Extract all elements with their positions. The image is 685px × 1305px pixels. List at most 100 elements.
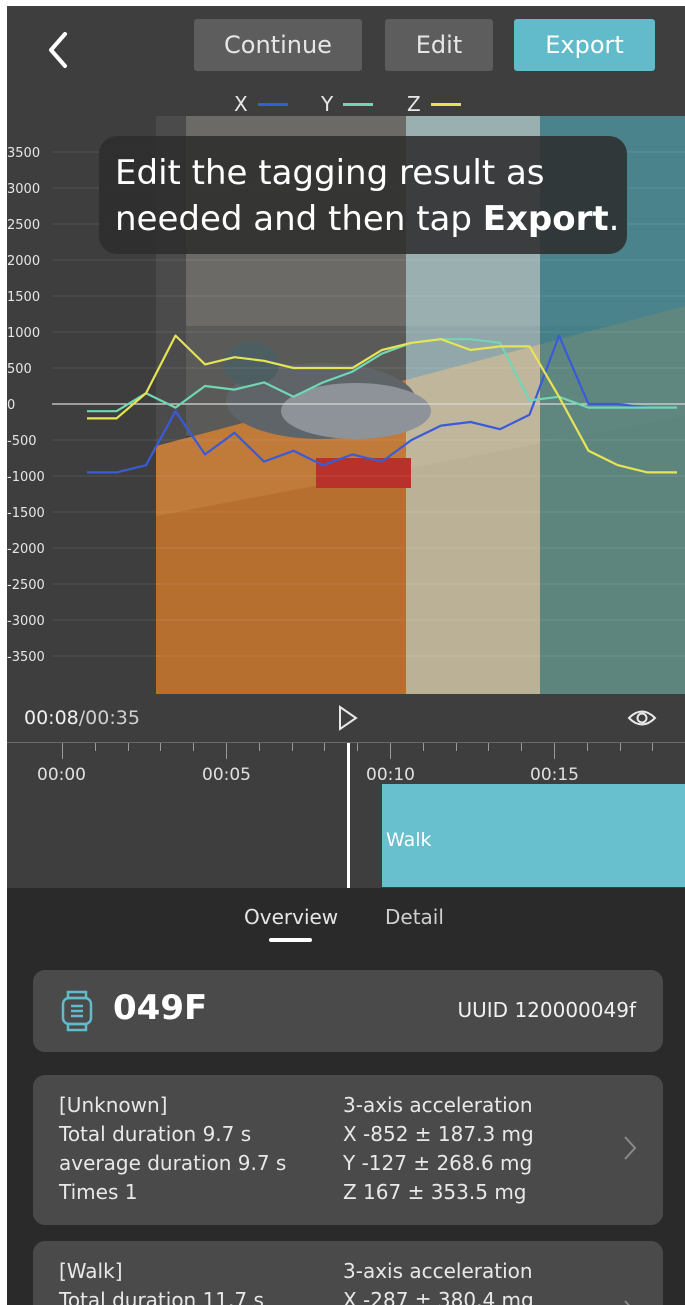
stat-total-duration: Total duration 11.7 s	[59, 1288, 264, 1305]
legend-z-swatch	[430, 102, 461, 106]
timeline-tick	[619, 743, 621, 751]
stat-accel-y: Y -127 ± 268.6 mg	[343, 1151, 533, 1175]
y-tick-label: -2500	[7, 578, 45, 593]
total-time: /00:35	[78, 707, 140, 729]
stat-left-column: [Unknown] Total duration 9.7 s average d…	[59, 1091, 286, 1207]
uuid-value: 120000049f	[514, 998, 636, 1022]
playback-time: 00:08/00:35	[24, 707, 140, 729]
device-name: 049F	[113, 988, 208, 1028]
instruction-tooltip: Edit the tagging result as needed and th…	[99, 136, 627, 254]
eye-icon	[627, 710, 657, 726]
current-time: 00:08	[24, 707, 79, 729]
walk-segment-label: Walk	[386, 829, 432, 851]
tooltip-period: .	[608, 199, 620, 239]
y-tick-label: 3000	[7, 182, 40, 197]
timeline-label-10: 00:10	[366, 765, 415, 785]
export-button[interactable]: Export	[514, 19, 655, 71]
tab-detail[interactable]: Detail	[385, 905, 444, 929]
timeline-tick	[160, 743, 162, 751]
legend-x-label: X	[234, 92, 248, 116]
stat-accel-x: X -852 ± 187.3 mg	[343, 1122, 534, 1146]
uuid-label: UUID	[457, 998, 509, 1022]
tooltip-bold-text: Export	[482, 199, 609, 239]
stat-title: [Unknown]	[59, 1093, 168, 1117]
y-tick-label: 1500	[7, 290, 40, 305]
active-tab-indicator	[269, 938, 312, 942]
device-uuid: UUID 120000049f	[458, 998, 637, 1022]
y-tick-label: -3000	[7, 614, 45, 629]
timeline-label-0: 00:00	[37, 765, 86, 785]
legend-y-swatch	[343, 102, 374, 106]
timeline-tick	[586, 743, 588, 751]
chevron-right-icon	[623, 1299, 637, 1305]
stat-accel-title: 3-axis acceleration	[343, 1259, 533, 1283]
timeline-label-15: 00:15	[530, 765, 579, 785]
continue-button[interactable]: Continue	[194, 19, 362, 71]
timeline[interactable]: 00:00 00:05 00:10 00:15 Walk	[7, 742, 685, 889]
sensor-chart-area: 3500 3000 2500 2000 1500 1000 500 0 -500 -1000 -15…	[7, 116, 685, 696]
legend-z: Z	[407, 92, 461, 116]
timeline-tick	[521, 743, 523, 751]
stat-card-walk[interactable]: [Walk] Total duration 11.7 s 3-axis acce…	[33, 1241, 663, 1305]
legend-z-label: Z	[407, 92, 421, 116]
player-controls: 00:08/00:35	[7, 698, 685, 742]
chevron-right-icon	[623, 1135, 637, 1165]
y-tick-label: 3500	[7, 146, 40, 161]
legend-x: X	[234, 92, 288, 116]
device-icon-wrap	[59, 990, 95, 1036]
stat-total-duration: Total duration 9.7 s	[59, 1122, 252, 1146]
chart-legend: X Y Z	[7, 92, 685, 116]
stat-accel-z: Z 167 ± 353.5 mg	[343, 1180, 527, 1204]
timeline-tick	[226, 743, 227, 759]
stat-title: [Walk]	[59, 1259, 123, 1283]
timeline-tick	[258, 743, 260, 751]
y-tick-label: 2000	[7, 254, 40, 269]
legend-y-label: Y	[321, 92, 334, 116]
top-bar: Continue Edit Export	[7, 6, 685, 92]
y-tick-label: 1000	[7, 326, 40, 341]
device-card: 049F UUID 120000049f	[33, 970, 663, 1052]
y-tick-label: -1000	[7, 470, 45, 485]
y-tick-label: -2000	[7, 542, 45, 557]
timeline-tick	[652, 743, 654, 751]
y-tick-label: 2500	[7, 218, 40, 233]
chevron-left-icon	[49, 32, 67, 68]
timeline-tick	[422, 743, 424, 751]
timeline-tick	[455, 743, 457, 751]
y-tick-label: 0	[7, 398, 15, 413]
timeline-tick	[291, 743, 293, 751]
wearable-device-icon	[61, 990, 93, 1032]
stat-times: Times 1	[59, 1180, 138, 1204]
tooltip-text: Edit the tagging result as needed and th…	[115, 153, 545, 239]
stat-card-unknown[interactable]: [Unknown] Total duration 9.7 s average d…	[33, 1075, 663, 1225]
bottom-panel: Overview Detail 049F UUID 120000049f [Un…	[7, 888, 685, 1305]
timeline-tick	[127, 743, 129, 751]
timeline-label-5: 00:05	[202, 765, 251, 785]
timeline-tick	[554, 743, 555, 759]
tab-overview[interactable]: Overview	[244, 905, 338, 929]
stat-accel-title: 3-axis acceleration	[343, 1093, 533, 1117]
back-button[interactable]	[43, 30, 73, 70]
timeline-tick	[357, 743, 359, 751]
stat-average-duration: average duration 9.7 s	[59, 1151, 287, 1175]
playhead[interactable]	[347, 743, 350, 889]
play-icon	[339, 705, 358, 731]
timeline-tick	[390, 743, 391, 759]
legend-x-swatch	[257, 102, 288, 106]
stat-right-column: 3-axis acceleration X -852 ± 187.3 mg Y …	[343, 1091, 534, 1207]
stat-left-column: [Walk] Total duration 11.7 s	[59, 1257, 264, 1305]
legend-y: Y	[321, 92, 374, 116]
timeline-tick	[488, 743, 490, 751]
timeline-tick	[94, 743, 96, 751]
y-tick-label: 500	[7, 362, 32, 377]
y-tick-label: -3500	[7, 650, 45, 665]
timeline-tick	[62, 743, 63, 759]
play-button[interactable]	[337, 705, 359, 735]
visibility-toggle[interactable]	[627, 707, 657, 733]
edit-button[interactable]: Edit	[385, 19, 493, 71]
stat-accel-x: X -287 ± 380.4 mg	[343, 1288, 534, 1305]
timeline-tick	[324, 743, 326, 751]
stat-right-column: 3-axis acceleration X -287 ± 380.4 mg	[343, 1257, 534, 1305]
app-screen: Continue Edit Export X Y Z 3500 3000 250…	[7, 6, 685, 1305]
timeline-tick	[193, 743, 195, 751]
